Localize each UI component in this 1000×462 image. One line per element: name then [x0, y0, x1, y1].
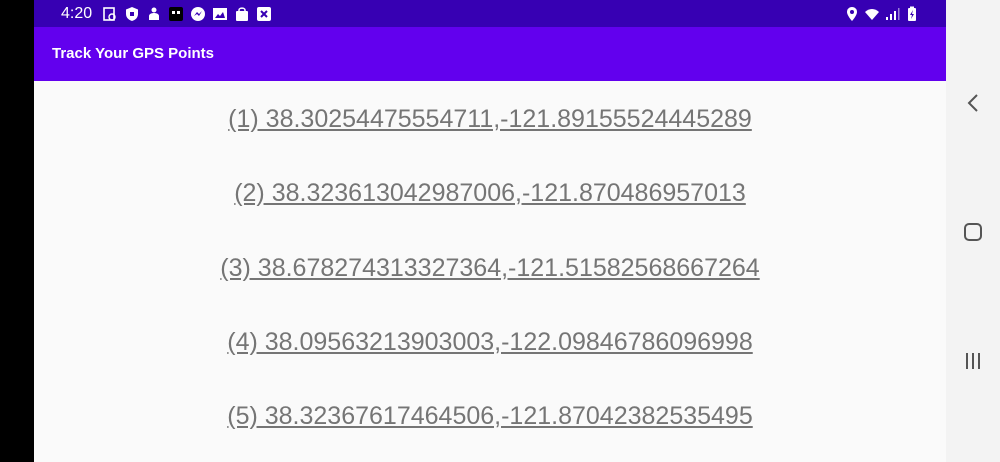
gps-points-list: (1) 38.30254475554711,-121.8915552444528… — [34, 81, 946, 462]
home-icon[interactable] — [958, 217, 988, 247]
location-icon — [844, 6, 860, 22]
status-bar: 4:20 — [34, 0, 946, 27]
gps-point-link[interactable]: (1) 38.30254475554711,-121.8915552444528… — [34, 104, 946, 134]
app-title: Track Your GPS Points — [52, 45, 214, 62]
recents-icon[interactable] — [958, 346, 988, 376]
shopping-bag-icon — [234, 6, 250, 22]
screenshot-icon — [102, 6, 118, 22]
system-status-icons — [844, 5, 920, 22]
wifi-icon — [864, 6, 880, 22]
app-bar: Track Your GPS Points — [34, 27, 946, 81]
gps-point-link[interactable]: (3) 38.678274313327364,-121.515825686672… — [34, 253, 946, 283]
gps-point-link[interactable]: (4) 38.09563213903003,-122.0984678609699… — [34, 327, 946, 357]
gps-point-link[interactable]: (2) 38.323613042987006,-121.870486957013 — [34, 178, 946, 208]
battery-icon — [904, 6, 920, 22]
app-icon — [168, 6, 184, 22]
shield-icon — [124, 6, 140, 22]
app-screen: 4:20 Track Your GPS Points (1) 38.302544… — [34, 0, 946, 462]
messenger-icon — [190, 6, 206, 22]
android-icon — [146, 6, 162, 22]
notification-icons — [102, 6, 272, 22]
back-icon[interactable] — [958, 88, 988, 118]
status-time: 4:20 — [61, 5, 93, 22]
navigation-bar — [946, 0, 1000, 462]
close-box-icon — [256, 6, 272, 22]
image-icon — [212, 6, 228, 22]
signal-icon — [884, 6, 900, 22]
gps-point-link[interactable]: (5) 38.32367617464506,-121.8704238253549… — [34, 401, 946, 431]
